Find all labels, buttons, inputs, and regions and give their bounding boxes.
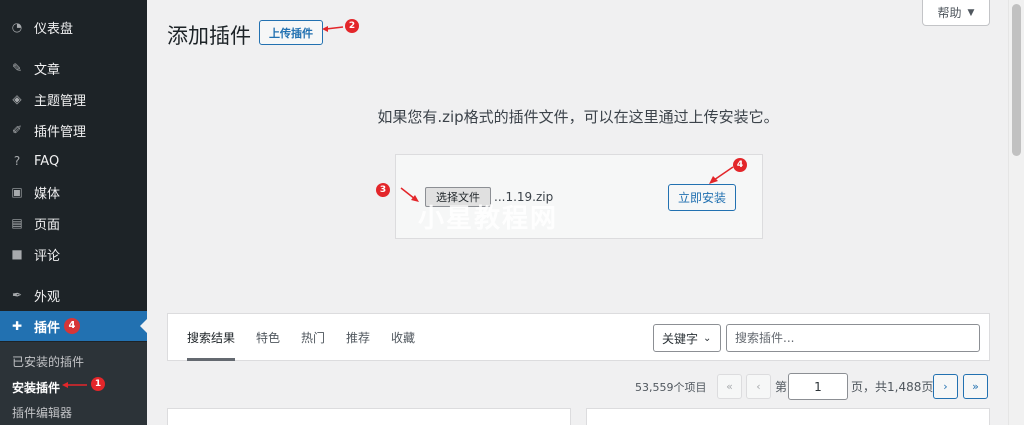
- page-total-text: 页，共1,488页: [851, 380, 934, 394]
- upload-plugin-button[interactable]: 上传插件: [259, 20, 323, 45]
- active-tab-indicator: [187, 358, 235, 361]
- install-now-button[interactable]: 立即安装: [668, 184, 736, 211]
- current-page-input[interactable]: [788, 373, 848, 400]
- upload-instruction: 如果您有.zip格式的插件文件，可以在这里通过上传安装它。: [377, 108, 779, 126]
- tab-featured[interactable]: 特色: [256, 329, 280, 346]
- comment-icon: ■: [11, 247, 23, 261]
- plugin-filter-bar: 搜索结果 特色 热门 推荐 收藏 关键字 ⌄: [167, 313, 990, 361]
- sidebar-item-label: 插件: [34, 320, 61, 336]
- sidebar-item-label: 主题管理: [34, 93, 87, 109]
- page-icon: ▤: [11, 216, 23, 230]
- annotation-marker-4: 4: [733, 158, 747, 172]
- sidebar-item-dashboard[interactable]: ◔ 仪表盘: [0, 12, 147, 42]
- sidebar-item-label: 评论: [34, 248, 61, 264]
- admin-sidebar: ◔ 仪表盘 ✎ 文章 ◈ 主题管理 ✐ 插件管理 ? FAQ ▣ 媒体 ▤ 页面…: [0, 0, 147, 425]
- brush-icon: ✐: [11, 123, 23, 137]
- tag-icon: ◈: [12, 92, 22, 106]
- appearance-icon: ✒: [11, 288, 23, 302]
- prev-page-button[interactable]: ‹: [746, 374, 771, 399]
- sidebar-item-posts[interactable]: ✎ 文章: [0, 53, 147, 83]
- plugin-card[interactable]: [586, 408, 990, 425]
- plugin-search-input[interactable]: [726, 324, 980, 352]
- pin-icon: ✎: [11, 61, 23, 75]
- scrollbar[interactable]: [1008, 0, 1024, 425]
- sidebar-item-plugin-manage[interactable]: ✐ 插件管理: [0, 115, 147, 145]
- watermark: 小星教程网: [418, 204, 559, 234]
- chevron-down-icon: ⌄: [703, 332, 712, 344]
- sidebar-item-faq[interactable]: ? FAQ: [0, 146, 147, 176]
- sidebar-item-themes[interactable]: ◈ 主题管理: [0, 84, 147, 114]
- last-page-button[interactable]: »: [963, 374, 988, 399]
- caret-down-icon: ▼: [967, 7, 975, 18]
- sidebar-item-label: FAQ: [34, 153, 60, 169]
- sidebar-item-label: 页面: [34, 217, 61, 233]
- sidebar-item-label: 插件管理: [34, 124, 87, 140]
- question-icon: ?: [13, 154, 21, 168]
- update-count-badge: 4: [64, 318, 81, 334]
- tab-search-results[interactable]: 搜索结果: [187, 329, 235, 346]
- first-page-button[interactable]: «: [717, 374, 742, 399]
- sidebar-item-label: 仪表盘: [34, 21, 74, 37]
- next-page-button[interactable]: ›: [933, 374, 958, 399]
- sidebar-item-media[interactable]: ▣ 媒体: [0, 177, 147, 207]
- annotation-arrow-3: [400, 187, 419, 202]
- sidebar-item-plugins[interactable]: ✚ 插件 4: [0, 311, 147, 341]
- page-title: 添加插件: [167, 24, 251, 48]
- sidebar-item-pages[interactable]: ▤ 页面: [0, 208, 147, 238]
- scrollbar-thumb[interactable]: [1012, 4, 1021, 156]
- plugin-icon: ✚: [11, 319, 23, 333]
- submenu-installed-plugins[interactable]: 已安装的插件: [12, 353, 84, 370]
- sidebar-item-label: 外观: [34, 289, 61, 305]
- sidebar-item-label: 媒体: [34, 186, 61, 202]
- sidebar-item-label: 文章: [34, 62, 61, 78]
- sidebar-item-comments[interactable]: ■ 评论: [0, 239, 147, 269]
- tab-favorites[interactable]: 收藏: [391, 329, 415, 346]
- tab-recommended[interactable]: 推荐: [346, 329, 370, 346]
- media-icon: ▣: [11, 185, 23, 199]
- search-type-value: 关键字: [662, 331, 699, 346]
- annotation-marker-3: 3: [376, 183, 390, 197]
- dashboard-icon: ◔: [11, 20, 23, 34]
- submenu-add-plugin[interactable]: 安装插件: [12, 379, 60, 396]
- annotation-arrow-2: [322, 26, 344, 32]
- submenu-plugin-editor[interactable]: 插件编辑器: [12, 404, 72, 421]
- plugin-card[interactable]: [167, 408, 571, 425]
- annotation-arrow-4: [709, 166, 734, 184]
- tab-popular[interactable]: 热门: [301, 329, 325, 346]
- annotation-arrow-1: [62, 382, 87, 388]
- sidebar-item-appearance[interactable]: ✒ 外观: [0, 280, 147, 310]
- annotation-marker-2: 2: [345, 19, 359, 33]
- help-button[interactable]: 帮助 ▼: [922, 0, 990, 26]
- help-label: 帮助: [937, 6, 962, 20]
- annotation-marker-1: 1: [91, 377, 105, 391]
- items-count: 53,559个项目: [635, 381, 707, 394]
- page-prefix: 第: [775, 380, 788, 394]
- search-type-select[interactable]: 关键字 ⌄: [653, 324, 721, 352]
